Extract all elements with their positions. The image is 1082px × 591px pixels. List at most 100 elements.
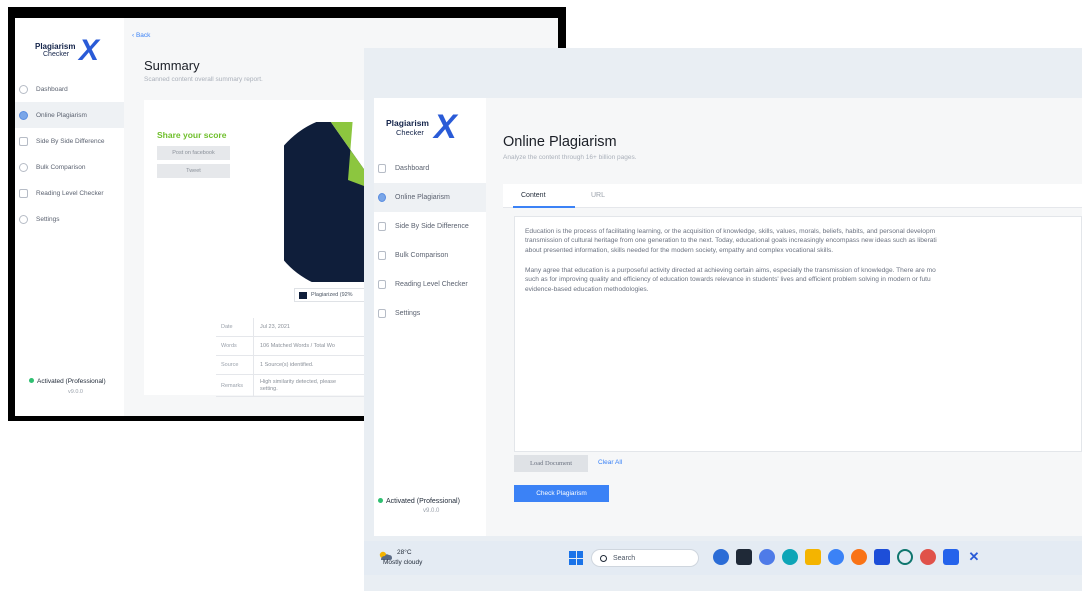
active-tab-indicator — [513, 206, 575, 208]
widgets-icon[interactable] — [713, 549, 729, 565]
content-paragraph: Education is the process of facilitating… — [525, 228, 937, 254]
remarks-overflow: setting. — [260, 385, 278, 392]
sidebar: Plagiarism Checker X Dashboard Online Pl… — [374, 98, 486, 536]
store-icon[interactable] — [874, 549, 890, 565]
sidebar-item-reading-level[interactable]: Reading Level Checker — [15, 180, 124, 206]
logo-x-mark: X — [434, 108, 457, 146]
sidebar-item-side-by-side[interactable]: Side By Side Difference — [374, 212, 486, 241]
tab-content[interactable]: Content — [521, 192, 546, 199]
gear-icon — [19, 214, 28, 224]
search-placeholder: Search — [613, 554, 636, 562]
status-text: Activated (Professional) — [386, 498, 460, 505]
row-key: Remarks — [216, 375, 254, 396]
status-dot-icon — [29, 378, 34, 383]
clear-all-button[interactable]: Clear All — [598, 459, 622, 466]
app-logo: Plagiarism Checker X — [35, 34, 115, 68]
sidebar-item-label: Online Plagiarism — [36, 111, 87, 119]
book-icon — [19, 188, 28, 198]
summary-card: Share your score Post on facebook Tweet … — [144, 100, 394, 397]
sidebar-item-label: Dashboard — [395, 165, 430, 172]
sidebar-item-label: Reading Level Checker — [395, 281, 468, 288]
files-icon[interactable] — [805, 549, 821, 565]
share-score-title: Share your score — [157, 130, 227, 140]
logo-text-checker: Checker — [43, 51, 70, 58]
activation-status: Activated (Professional) — [378, 498, 460, 505]
status-dot-icon — [378, 498, 383, 503]
sidebar-item-label: Settings — [36, 215, 60, 223]
firefox-icon[interactable] — [851, 549, 867, 565]
sidebar-item-label: Side By Side Difference — [36, 137, 105, 145]
file-explorer-icon[interactable] — [736, 549, 752, 565]
sidebar-item-dashboard[interactable]: Dashboard — [374, 154, 486, 183]
sidebar-item-label: Dashboard — [36, 85, 68, 93]
apps-icon[interactable] — [943, 549, 959, 565]
chrome-icon[interactable] — [828, 549, 844, 565]
sidebar: Plagiarism Checker X Dashboard Online Pl… — [15, 18, 124, 416]
content-text-area[interactable]: Education is the process of facilitating… — [514, 216, 1082, 452]
legend-swatch — [299, 291, 307, 299]
page-subtitle: Analyze the content through 16+ billion … — [503, 154, 637, 161]
app-window: Plagiarism Checker X Dashboard Online Pl… — [374, 98, 1082, 536]
content-paragraph: Many agree that education is a purposefu… — [525, 267, 936, 293]
check-plagiarism-button[interactable]: Check Plagiarism — [514, 485, 609, 502]
remarks-text: High similarity detected, please — [260, 378, 337, 385]
sidebar-nav: Dashboard Online Plagiarism Side By Side… — [15, 76, 124, 232]
sidebar-item-settings[interactable]: Settings — [15, 206, 124, 232]
search-icon — [600, 554, 607, 562]
sidebar-item-online-plagiarism[interactable]: Online Plagiarism — [15, 102, 124, 128]
post-facebook-button[interactable]: Post on facebook — [157, 146, 230, 160]
sidebar-item-label: Side By Side Difference — [395, 223, 469, 230]
app-logo: Plagiarism Checker X — [386, 108, 476, 146]
windows-taskbar: 28°C Mostly cloudy Search ✕ — [364, 541, 1082, 575]
taskbar-search[interactable]: Search — [591, 549, 699, 567]
sidebar-item-settings[interactable]: Settings — [374, 299, 486, 328]
windows-start-icon[interactable] — [569, 551, 583, 565]
edge-icon[interactable] — [782, 549, 798, 565]
details-table: Date Jul 23, 2021 Words 106 Matched Words … — [216, 318, 384, 397]
circle-app-icon[interactable] — [897, 549, 913, 565]
sidebar-item-online-plagiarism[interactable]: Online Plagiarism — [374, 183, 486, 212]
compare-icon — [19, 136, 28, 146]
sidebar-item-label: Online Plagiarism — [395, 194, 450, 201]
back-link[interactable]: ‹ Back — [132, 32, 150, 39]
page-subtitle: Scanned content overall summary report. — [144, 76, 263, 83]
sidebar-item-label: Settings — [395, 310, 421, 317]
load-document-button[interactable]: Load Document — [514, 455, 588, 472]
weather-condition[interactable]: Mostly cloudy — [383, 559, 422, 566]
weather-temperature[interactable]: 28°C — [397, 549, 412, 556]
logo-text-plagiarism: Plagiarism — [35, 42, 76, 51]
logo-text-plagiarism: Plagiarism — [386, 118, 429, 128]
sidebar-item-bulk-comparison[interactable]: Bulk Comparison — [15, 154, 124, 180]
chrome-alt-icon[interactable] — [920, 549, 936, 565]
tab-url[interactable]: URL — [591, 192, 605, 199]
sidebar-nav: Dashboard Online Plagiarism Side By Side… — [374, 154, 486, 328]
row-key: Source — [216, 356, 254, 374]
taskbar-apps: ✕ — [713, 549, 982, 565]
row-key: Date — [216, 318, 254, 336]
sidebar-item-reading-level[interactable]: Reading Level Checker — [374, 270, 486, 299]
table-row: Date Jul 23, 2021 — [216, 318, 384, 337]
plagiarism-checker-icon[interactable]: ✕ — [966, 549, 982, 565]
gear-icon — [378, 309, 386, 318]
sidebar-item-label: Reading Level Checker — [36, 189, 104, 197]
logo-text-checker: Checker — [396, 128, 424, 137]
compare-icon — [378, 222, 386, 231]
copilot-icon[interactable] — [759, 549, 775, 565]
home-icon — [378, 164, 386, 173]
sidebar-item-bulk-comparison[interactable]: Bulk Comparison — [374, 241, 486, 270]
logo-x-mark: X — [79, 34, 100, 67]
table-row: Source 1 Source(s) identified. — [216, 356, 384, 375]
sidebar-item-side-by-side[interactable]: Side By Side Difference — [15, 128, 124, 154]
main-content: Online Plagiarism Analyze the content th… — [486, 98, 1082, 536]
sidebar-item-dashboard[interactable]: Dashboard — [15, 76, 124, 102]
input-tabs: Content URL — [503, 184, 1082, 208]
legend-label: Plagiarized (92% — [311, 292, 353, 298]
status-text: Activated (Professional) — [37, 378, 106, 385]
sidebar-item-label: Bulk Comparison — [36, 163, 86, 171]
page-title: Summary — [144, 58, 200, 73]
tweet-button[interactable]: Tweet — [157, 164, 230, 178]
online-plagiarism-window: Plagiarism Checker X Dashboard Online Pl… — [364, 48, 1082, 591]
home-icon — [19, 84, 28, 94]
book-icon — [378, 280, 386, 289]
globe-icon — [19, 110, 28, 120]
